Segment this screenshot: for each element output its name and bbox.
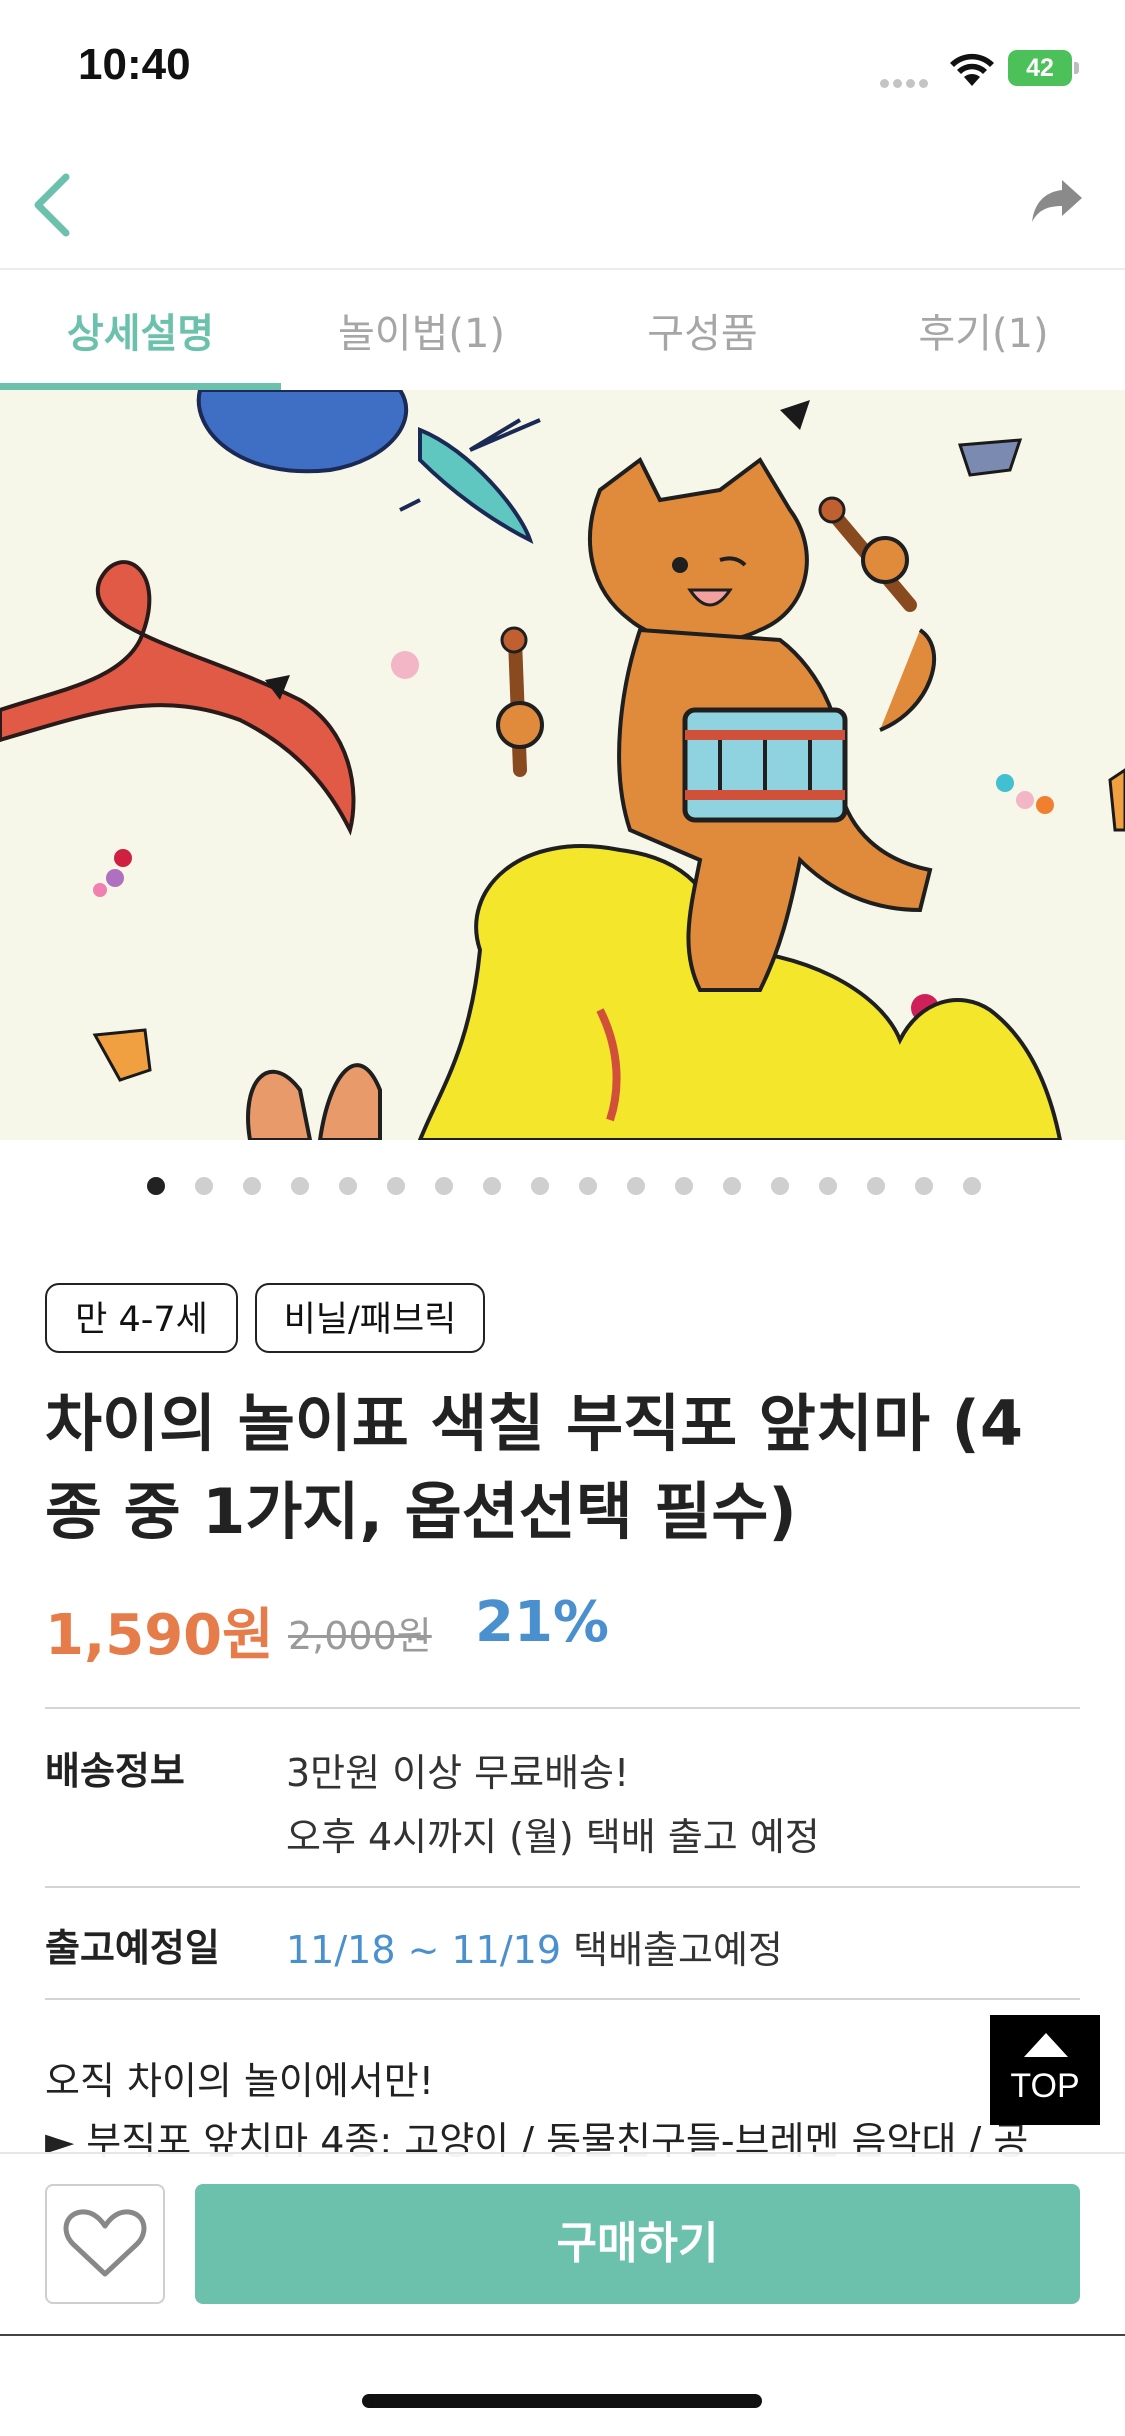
material-badge: 비닐/패브릭 bbox=[255, 1283, 485, 1353]
bottom-action-bar: 구매하기 bbox=[0, 2152, 1125, 2436]
carousel-dot[interactable] bbox=[867, 1177, 885, 1195]
product-image[interactable] bbox=[0, 390, 1125, 1140]
battery-level: 42 bbox=[1008, 50, 1072, 86]
carousel-dot[interactable] bbox=[579, 1177, 597, 1195]
bottom-divider bbox=[0, 2334, 1125, 2336]
active-tab-indicator bbox=[0, 383, 281, 390]
carousel-dot[interactable] bbox=[435, 1177, 453, 1195]
cellular-signal-icon bbox=[880, 73, 936, 88]
product-illustration bbox=[0, 390, 1125, 1140]
carousel-dot[interactable] bbox=[627, 1177, 645, 1195]
status-time: 10:40 bbox=[78, 40, 191, 89]
top-button-label: TOP bbox=[1010, 2067, 1080, 2105]
status-bar: 10:40 42 bbox=[0, 0, 1125, 140]
age-badge: 만 4-7세 bbox=[45, 1283, 238, 1353]
home-indicator[interactable] bbox=[362, 2394, 762, 2408]
wifi-icon bbox=[950, 53, 994, 86]
carousel-dot[interactable] bbox=[531, 1177, 549, 1195]
divider bbox=[45, 1886, 1080, 1888]
carousel-dot[interactable] bbox=[963, 1177, 981, 1195]
release-value: 11/18 ~ 11/19 택배출고예정 bbox=[286, 1919, 783, 1974]
wishlist-button[interactable] bbox=[45, 2184, 165, 2304]
heart-icon bbox=[63, 2209, 147, 2277]
shipping-line: 오후 4시까지 (월) 택배 출고 예정 bbox=[286, 1815, 820, 1859]
carousel-dot[interactable] bbox=[291, 1177, 309, 1195]
top-nav-bar bbox=[0, 140, 1125, 270]
description-line: 오직 차이의 놀이에서만! bbox=[45, 2059, 434, 2103]
share-arrow-icon bbox=[1032, 180, 1082, 222]
tab-how-to-play[interactable]: 놀이법(1) bbox=[281, 270, 562, 390]
sale-price: 1,590원 bbox=[45, 1603, 274, 1668]
shipping-line: 3만원 이상 무료배송! bbox=[286, 1751, 630, 1795]
release-date-range: 11/18 ~ 11/19 bbox=[286, 1928, 562, 1972]
chevron-left-icon bbox=[34, 173, 70, 237]
carousel-dot[interactable] bbox=[387, 1177, 405, 1195]
back-button[interactable] bbox=[24, 165, 84, 245]
original-price: 2,000원 bbox=[288, 1614, 432, 1658]
battery-icon: 42 bbox=[1008, 50, 1080, 86]
tab-components[interactable]: 구성품 bbox=[562, 270, 843, 390]
carousel-dot[interactable] bbox=[195, 1177, 213, 1195]
carousel-dot[interactable] bbox=[243, 1177, 261, 1195]
carousel-dot[interactable] bbox=[339, 1177, 357, 1195]
shipping-label: 배송정보 bbox=[45, 1749, 185, 1793]
tab-detail[interactable]: 상세설명 bbox=[0, 270, 281, 390]
release-suffix: 택배출고예정 bbox=[573, 1928, 783, 1972]
carousel-dot[interactable] bbox=[819, 1177, 837, 1195]
divider bbox=[45, 1707, 1080, 1709]
discount-rate: 21% bbox=[475, 1590, 610, 1655]
product-title: 차이의 놀이표 색칠 부직포 앞치마 (4 종 중 1가지, 옵션선택 필수) bbox=[45, 1380, 1085, 1556]
carousel-dot[interactable] bbox=[483, 1177, 501, 1195]
carousel-dot[interactable] bbox=[771, 1177, 789, 1195]
scroll-to-top-button[interactable]: TOP bbox=[990, 2015, 1100, 2125]
share-button[interactable] bbox=[1026, 168, 1086, 238]
app-screen: 10:40 42 상세설명 놀이법(1) 구성품 후기(1) 만 4-7세 비닐… bbox=[0, 0, 1125, 2436]
product-title-line: 차이의 놀이표 색칠 부직포 앞치마 (4 bbox=[45, 1387, 1023, 1460]
tab-bar: 상세설명 놀이법(1) 구성품 후기(1) bbox=[0, 270, 1125, 390]
product-title-line: 종 중 1가지, 옵션선택 필수) bbox=[45, 1475, 797, 1548]
carousel-dot[interactable] bbox=[675, 1177, 693, 1195]
divider bbox=[45, 1998, 1080, 2000]
carousel-pagination bbox=[0, 1177, 1125, 1201]
release-label: 출고예정일 bbox=[45, 1926, 220, 1970]
carousel-dot[interactable] bbox=[723, 1177, 741, 1195]
carousel-dot[interactable] bbox=[915, 1177, 933, 1195]
carousel-dot[interactable] bbox=[147, 1177, 165, 1195]
tab-reviews[interactable]: 후기(1) bbox=[843, 270, 1124, 390]
buy-button[interactable]: 구매하기 bbox=[195, 2184, 1080, 2304]
arrow-up-icon bbox=[1024, 2033, 1068, 2057]
